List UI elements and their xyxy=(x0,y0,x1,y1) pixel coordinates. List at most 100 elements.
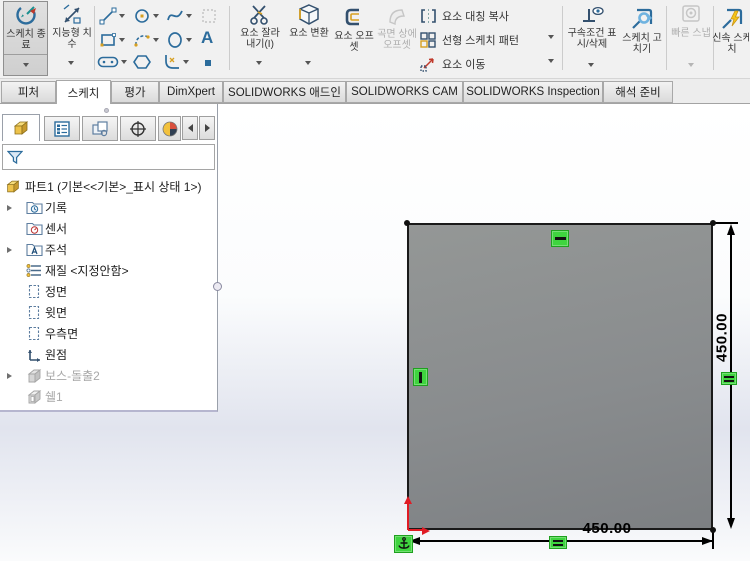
tree-item-history[interactable]: 기록 xyxy=(0,197,218,218)
featuremanager-tab[interactable] xyxy=(2,114,40,141)
exit-sketch-dropdown[interactable] xyxy=(23,63,29,67)
plane-icon xyxy=(27,305,42,320)
convert-entities-icon xyxy=(297,3,321,27)
linear-pattern-dropdown[interactable] xyxy=(548,35,554,39)
repair-sketch-label: 스케치 고치기 xyxy=(622,33,662,55)
move-entities-dropdown[interactable] xyxy=(548,59,554,63)
tab-sw-cam[interactable]: SOLIDWORKS CAM xyxy=(346,81,463,103)
vertex-bottom-right[interactable] xyxy=(710,527,716,533)
tree-item-shell1[interactable]: 쉘1 xyxy=(0,386,218,407)
expand-arrow-icon[interactable] xyxy=(7,204,12,211)
mirror-entities-button[interactable]: 요소 대칭 복사 xyxy=(420,5,509,27)
slot-tool-button[interactable] xyxy=(97,55,127,69)
smart-dimension-button[interactable]: 지능형 치수 xyxy=(52,3,92,50)
shell-feature-icon xyxy=(26,389,43,405)
relations-button[interactable]: 구속조건 표시/삭제 xyxy=(566,3,618,50)
property-list-icon xyxy=(54,120,70,137)
move-entities-button[interactable]: 요소 이동 xyxy=(420,53,486,75)
tab-analysis-prep[interactable]: 해석 준비 xyxy=(603,81,673,103)
slot-dropdown[interactable] xyxy=(121,60,127,64)
spline-tool-button[interactable] xyxy=(166,7,192,25)
tree-item-top-plane[interactable]: 윗면 xyxy=(0,302,218,323)
tree-item-annotations[interactable]: 주석 xyxy=(0,239,218,260)
tab-dimxpert[interactable]: DimXpert xyxy=(159,81,223,103)
slot-icon xyxy=(97,56,119,68)
arrowhead-right xyxy=(702,537,713,545)
rectangle-tool-button[interactable] xyxy=(99,31,125,49)
origin-x-axis xyxy=(408,529,422,531)
origin-y-axis xyxy=(406,503,409,530)
origin-x-arrowhead xyxy=(422,526,430,535)
trim-entities-button[interactable]: 요소 잘라내기(I) xyxy=(236,3,284,50)
anchor-icon xyxy=(397,537,410,549)
tree-item-front-plane[interactable]: 정면 xyxy=(0,281,218,302)
tab-features[interactable]: 피처 xyxy=(1,81,56,103)
exit-sketch-button[interactable]: 스케치 종료 xyxy=(3,1,48,76)
rapid-sketch-button[interactable]: 신속 스케치 xyxy=(712,6,750,55)
horizontal-relation-marker[interactable] xyxy=(551,230,569,247)
tree-item-sensors[interactable]: 센서 xyxy=(0,218,218,239)
fillet-tool-button[interactable] xyxy=(163,53,189,71)
arc-tool-button[interactable] xyxy=(133,31,159,49)
line-dropdown[interactable] xyxy=(119,14,125,18)
panel-collapse-handle[interactable] xyxy=(213,282,222,291)
panel-grip[interactable] xyxy=(104,108,109,113)
expand-arrow-icon[interactable] xyxy=(7,246,12,253)
vertical-relation-marker[interactable] xyxy=(413,368,428,386)
line-tool-button[interactable] xyxy=(99,7,125,25)
ellipse-tool-button[interactable] xyxy=(166,31,192,49)
smart-dimension-dropdown[interactable] xyxy=(68,61,74,65)
vertex-top-right[interactable] xyxy=(710,220,716,226)
display-sphere-icon xyxy=(162,121,177,136)
displaymanager-tab[interactable] xyxy=(158,116,181,141)
horizontal-dimension-value[interactable]: 450.00 xyxy=(574,520,640,537)
circle-dropdown[interactable] xyxy=(153,14,159,18)
ellipse-dropdown[interactable] xyxy=(186,38,192,42)
vertical-dimension-value[interactable]: 450.00 xyxy=(714,306,731,370)
equal-relation-marker-bottom[interactable] xyxy=(549,536,567,549)
tree-item-origin[interactable]: 원점 xyxy=(0,344,218,365)
tree-filter-box[interactable] xyxy=(2,144,215,170)
linear-pattern-label: 선형 스케치 패턴 xyxy=(442,35,519,47)
circle-tool-button[interactable] xyxy=(133,7,159,25)
tab-sw-addins[interactable]: SOLIDWORKS 애드인 xyxy=(223,81,346,103)
linear-pattern-icon xyxy=(420,32,436,48)
panel-tab-scroll-left[interactable] xyxy=(182,116,198,140)
vertex-top-left[interactable] xyxy=(404,220,410,226)
linear-pattern-button[interactable]: 선형 스케치 패턴 xyxy=(420,29,519,51)
equal-relation-marker-right[interactable] xyxy=(721,372,737,385)
relations-dropdown[interactable] xyxy=(588,63,594,67)
right-arrow-icon xyxy=(204,124,210,132)
propertymanager-tab[interactable] xyxy=(44,116,80,141)
tab-sketch[interactable]: 스케치 xyxy=(56,80,111,105)
tree-item-right-plane[interactable]: 우측면 xyxy=(0,323,218,344)
tree-root-part[interactable]: 파트1 (기본<<기본>_표시 상태 1>) xyxy=(0,176,218,197)
tree-item-boss-extrude2[interactable]: 보스-돌출2 xyxy=(0,365,218,386)
text-tool-button[interactable]: A xyxy=(201,29,213,47)
convert-entities-dropdown[interactable] xyxy=(305,61,311,65)
fixed-relation-marker[interactable] xyxy=(394,535,413,553)
tab-evaluate[interactable]: 평가 xyxy=(111,81,159,103)
dashed-box-icon xyxy=(202,9,216,23)
offset-entities-button[interactable]: 요소 오프셋 xyxy=(333,6,375,53)
sketch-rectangle-face[interactable] xyxy=(407,223,713,530)
trim-entities-dropdown[interactable] xyxy=(256,61,262,65)
spline-dropdown[interactable] xyxy=(186,14,192,18)
tab-sw-inspection[interactable]: SOLIDWORKS Inspection xyxy=(463,81,603,103)
dimxpertmanager-tab[interactable] xyxy=(120,116,156,141)
arc-dropdown[interactable] xyxy=(153,38,159,42)
tree-item-material[interactable]: 재질 <지정안함> xyxy=(0,260,218,281)
configurationmanager-tab[interactable] xyxy=(82,116,118,141)
convert-entities-button[interactable]: 요소 변환 xyxy=(289,3,329,39)
divider xyxy=(4,54,47,55)
repair-sketch-button[interactable]: 스케치 고치기 xyxy=(621,6,663,55)
polygon-tool-button[interactable] xyxy=(133,53,151,71)
rectangle-dropdown[interactable] xyxy=(119,38,125,42)
extrude-feature-icon xyxy=(26,368,43,384)
tree-root-label: 파트1 (기본<<기본>_표시 상태 1>) xyxy=(25,180,202,194)
sensors-folder-icon xyxy=(26,221,43,236)
point-tool-button[interactable] xyxy=(203,58,213,68)
expand-arrow-icon[interactable] xyxy=(7,372,12,379)
panel-tab-scroll-right[interactable] xyxy=(199,116,215,140)
fillet-dropdown[interactable] xyxy=(183,60,189,64)
